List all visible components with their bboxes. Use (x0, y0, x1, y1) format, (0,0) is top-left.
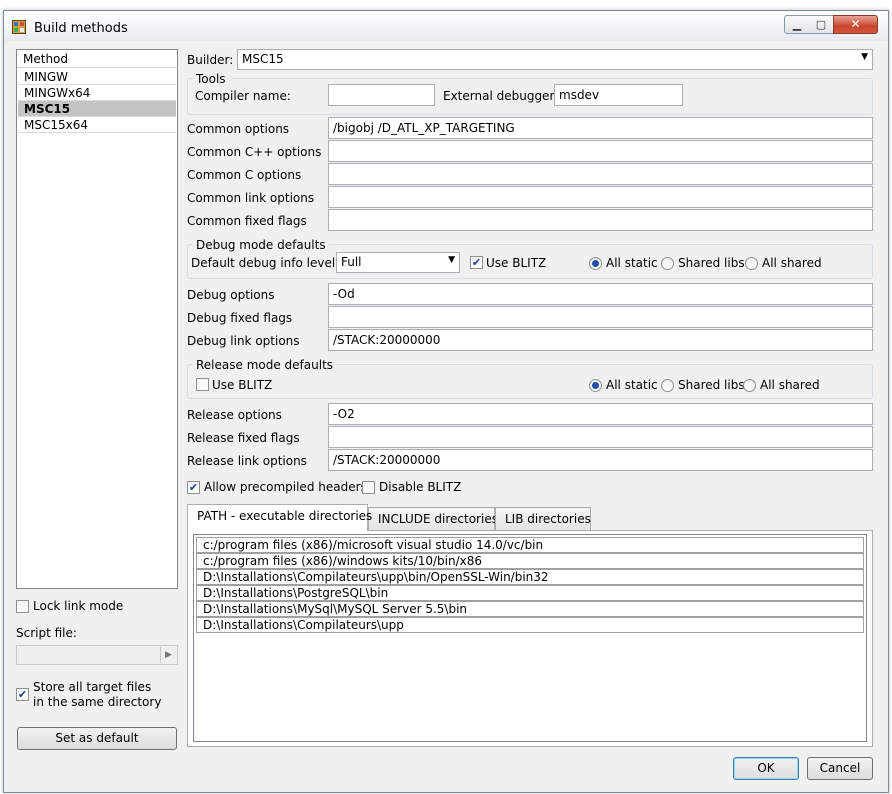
method-list-header: Method (17, 50, 177, 68)
store-target-files-checkbox[interactable]: ✔ (16, 688, 29, 701)
script-file-label: Script file: (16, 626, 77, 640)
build-methods-icon (12, 20, 26, 34)
common-c-options-label: Common C options (187, 168, 302, 182)
close-icon: ✕ (850, 17, 861, 31)
disable-blitz-label: Disable BLITZ (379, 480, 462, 494)
chevron-right-icon: ▶ (165, 650, 172, 660)
disable-blitz-checkbox[interactable] (362, 481, 375, 494)
release-defaults-title: Release mode defaults (193, 358, 337, 372)
compiler-name-label: Compiler name: (195, 89, 291, 103)
window-title: Build methods (34, 21, 128, 36)
tab-lib-directories[interactable]: LIB directories (495, 507, 591, 531)
release-all-shared-label: All shared (760, 378, 820, 392)
tab-path-directories[interactable]: PATH - executable directories (187, 504, 372, 531)
method-item-mingwx64[interactable]: MINGWx64 (18, 85, 176, 101)
debug-info-level-value: Full (341, 255, 362, 269)
release-shared-libs-radio[interactable] (661, 379, 674, 392)
debug-all-shared-radio[interactable] (745, 257, 758, 270)
debug-options-input[interactable]: -Od (328, 283, 873, 305)
release-use-blitz-checkbox[interactable] (196, 378, 209, 391)
method-item-msc15[interactable]: MSC15 (18, 101, 176, 117)
maximize-icon: ▢ (815, 18, 827, 31)
method-item-msc15x64[interactable]: MSC15x64 (18, 117, 176, 133)
builder-select[interactable]: MSC15 ▼ (237, 49, 873, 70)
release-fixed-flags-input[interactable] (328, 426, 873, 448)
release-options-label: Release options (187, 408, 282, 422)
path-row[interactable]: D:\Installations\MySql\MySQL Server 5.5\… (196, 601, 864, 617)
external-debugger-label: External debugger: (443, 89, 559, 103)
tab-include-directories[interactable]: INCLUDE directories (368, 507, 498, 531)
common-link-options-label: Common link options (187, 191, 315, 205)
common-options-input[interactable]: /bigobj /D_ATL_XP_TARGETING (328, 117, 873, 139)
path-row[interactable]: D:\Installations\PostgreSQL\bin (196, 585, 864, 601)
debug-link-options-input[interactable]: /STACK:20000000 (328, 329, 873, 351)
minimize-button[interactable]: ▁ (784, 15, 810, 34)
lock-link-checkbox[interactable] (16, 600, 29, 613)
ok-button[interactable]: OK (733, 757, 799, 780)
release-options-input[interactable]: -O2 (328, 403, 873, 425)
maximize-button[interactable]: ▢ (809, 15, 834, 34)
path-row[interactable]: c:/program files (x86)/windows kits/10/b… (196, 553, 864, 569)
debug-fixed-flags-input[interactable] (328, 306, 873, 328)
common-cpp-options-label: Common C++ options (187, 145, 322, 159)
debug-use-blitz-checkbox[interactable]: ✔ (470, 256, 483, 269)
release-all-static-radio[interactable] (589, 379, 602, 392)
method-list[interactable]: Method MINGW MINGWx64 MSC15 MSC15x64 (16, 49, 178, 589)
allow-precompiled-headers-checkbox[interactable]: ✔ (187, 481, 200, 494)
debug-link-options-label: Debug link options (187, 334, 300, 348)
debug-all-static-label: All static (606, 256, 658, 270)
common-link-options-input[interactable] (328, 186, 873, 208)
store-target-files-label-line1: Store all target files (33, 680, 152, 694)
debug-shared-libs-label: Shared libs (678, 256, 745, 270)
debug-all-static-radio[interactable] (589, 257, 602, 270)
release-link-options-input[interactable]: /STACK:20000000 (328, 449, 873, 471)
builder-label: Builder: (187, 53, 234, 67)
cancel-button[interactable]: Cancel (807, 757, 873, 780)
release-use-blitz-label: Use BLITZ (212, 378, 273, 392)
builder-value: MSC15 (242, 52, 284, 66)
title-bar[interactable]: Build methods ▁ ▢ ✕ (4, 11, 888, 41)
common-cpp-options-input[interactable] (328, 140, 873, 162)
debug-shared-libs-radio[interactable] (661, 257, 674, 270)
path-list[interactable]: c:/program files (x86)/microsoft visual … (193, 534, 867, 742)
debug-options-label: Debug options (187, 288, 275, 302)
debug-defaults-title: Debug mode defaults (193, 238, 329, 252)
release-fixed-flags-label: Release fixed flags (187, 431, 300, 445)
debug-info-level-label: Default debug info level: (191, 256, 340, 270)
close-button[interactable]: ✕ (833, 15, 878, 34)
minimize-icon: ▁ (792, 18, 802, 31)
debug-all-shared-label: All shared (762, 256, 822, 270)
common-options-label: Common options (187, 122, 290, 136)
debug-fixed-flags-label: Debug fixed flags (187, 311, 293, 325)
allow-precompiled-headers-label: Allow precompiled headers (204, 480, 367, 494)
release-all-static-label: All static (606, 378, 658, 392)
chevron-down-icon: ▼ (448, 255, 455, 265)
set-as-default-button[interactable]: Set as default (17, 727, 177, 750)
lock-link-label: Lock link mode (33, 599, 124, 613)
chevron-down-icon: ▼ (861, 52, 868, 62)
compiler-name-input[interactable] (328, 84, 435, 106)
path-row[interactable]: c:/program files (x86)/microsoft visual … (196, 537, 864, 553)
common-fixed-flags-input[interactable] (328, 209, 873, 231)
script-file-input[interactable]: ▶ (16, 645, 178, 665)
path-directories-panel: c:/program files (x86)/microsoft visual … (187, 530, 873, 747)
release-shared-libs-label: Shared libs (678, 378, 745, 392)
debug-use-blitz-label: Use BLITZ (486, 256, 547, 270)
script-file-scroll-button[interactable]: ▶ (160, 647, 176, 663)
common-c-options-input[interactable] (328, 163, 873, 185)
release-link-options-label: Release link options (187, 454, 307, 468)
common-fixed-flags-label: Common fixed flags (187, 214, 307, 228)
store-target-files-label-line2: in the same directory (33, 695, 162, 709)
external-debugger-input[interactable]: msdev (554, 84, 683, 106)
path-row[interactable]: D:\Installations\Compilateurs\upp (196, 617, 864, 633)
build-methods-dialog: Build methods ▁ ▢ ✕ Method MINGW MINGWx6… (3, 10, 889, 793)
method-item-mingw[interactable]: MINGW (18, 69, 176, 85)
tools-group-title: Tools (193, 72, 229, 86)
debug-info-level-select[interactable]: Full ▼ (336, 252, 460, 273)
path-row[interactable]: D:\Installations\Compilateurs\upp\bin/Op… (196, 569, 864, 585)
release-all-shared-radio[interactable] (743, 379, 756, 392)
